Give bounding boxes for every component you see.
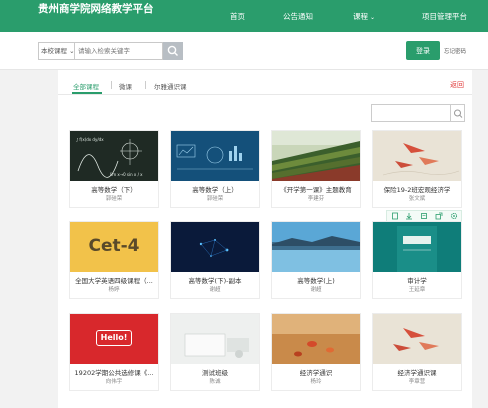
search-button[interactable]: [163, 42, 183, 60]
nav-course-label: 课程: [353, 12, 368, 21]
course-teacher: 郭硅荣: [105, 196, 123, 202]
nav-project-platform[interactable]: 项目管理平台: [422, 11, 467, 22]
site-brand[interactable]: 贵州商学院网络教学平台: [38, 3, 158, 16]
svg-text:lim x→0 sin x / x: lim x→0 sin x / x: [110, 172, 143, 177]
hello-thumbnail-text: Hello!: [96, 330, 132, 346]
course-thumbnail: [272, 131, 360, 181]
course-thumbnail: Hello!: [70, 314, 158, 364]
tab-divider-line: [58, 94, 472, 95]
course-title: 经济学通识课: [397, 369, 437, 377]
tab-divider: [145, 81, 146, 89]
course-card[interactable]: Cet-4 全国大学英语四级课程（... 杨婷: [69, 221, 159, 299]
tab-micro-course[interactable]: 微课: [119, 81, 132, 91]
cet4-thumbnail-text: Cet-4: [88, 236, 140, 256]
course-card[interactable]: 高等数学(上) 谢超: [271, 221, 361, 299]
course-card[interactable]: 高等数学（上） 郭硅荣: [170, 130, 260, 208]
course-card[interactable]: 保险19-2班宏观经济学 张文斌: [372, 130, 462, 208]
course-card[interactable]: 《开学第一课》主题教育 李建芬: [271, 130, 361, 208]
course-title: 19202学期公共选修课《...: [74, 369, 154, 377]
gear-icon[interactable]: [450, 212, 458, 220]
course-teacher: 谢超: [310, 287, 322, 293]
course-title: 测试班级: [202, 369, 228, 377]
course-title: 高等数学（上）: [192, 186, 238, 194]
tab-all-courses[interactable]: 全部课程: [73, 81, 99, 91]
download-icon[interactable]: [405, 212, 413, 220]
nav-home[interactable]: 首页: [230, 11, 245, 22]
course-title: 高等数学(下)-副本: [188, 277, 242, 285]
search-scope-select[interactable]: 本校课程 ⌄: [38, 42, 74, 60]
course-title: 保险19-2班宏观经济学: [383, 186, 451, 194]
forgot-password-link[interactable]: 忘记密码: [444, 47, 466, 55]
course-thumbnail: [373, 314, 461, 364]
course-card[interactable]: ∫ f(x)dx dy/dx lim x→0 sin x / x 高等数学（下）…: [69, 130, 159, 208]
chevron-down-icon: ⌄: [370, 14, 376, 21]
course-title: 审计学: [407, 277, 427, 285]
course-teacher: 李章营: [408, 379, 426, 385]
course-title: 经济学通识: [299, 369, 333, 377]
search-bar-row: 本校课程 ⌄ 登录 忘记密码: [0, 32, 488, 70]
svg-text:∫ f(x)dx dy/dx: ∫ f(x)dx dy/dx: [76, 137, 104, 142]
course-filter-input[interactable]: [371, 104, 451, 122]
course-thumbnail: [272, 314, 360, 364]
course-teacher: 陈诚: [209, 379, 221, 385]
course-thumbnail: [171, 131, 259, 181]
course-card[interactable]: 审计学 王延章: [372, 221, 462, 299]
document-icon[interactable]: [420, 212, 428, 220]
course-teacher: 向伟宇: [105, 379, 123, 385]
course-card[interactable]: 测试班级 陈诚: [170, 313, 260, 391]
search-scope-label: 本校课程: [41, 47, 67, 55]
tab-erya-general[interactable]: 尔雅通识课: [154, 81, 187, 91]
course-title: 高等数学（下）: [91, 186, 137, 194]
course-teacher: 王延章: [408, 287, 426, 293]
top-navbar: 贵州商学院网络教学平台 首页 公告通知 课程 ⌄ 项目管理平台: [0, 0, 488, 32]
course-teacher: 张文斌: [408, 196, 426, 202]
course-thumbnail: [171, 222, 259, 272]
copy-icon[interactable]: [391, 212, 399, 220]
course-teacher: 郭硅荣: [206, 196, 224, 202]
course-title: 全国大学英语四级课程（...: [75, 277, 153, 285]
search-input[interactable]: [74, 42, 163, 60]
share-icon[interactable]: [435, 212, 443, 220]
course-card[interactable]: 经济学通识课 李章营: [372, 313, 462, 391]
course-filter-button[interactable]: [451, 104, 465, 122]
nav-course-dropdown[interactable]: 课程 ⌄: [353, 11, 375, 22]
course-thumbnail: [272, 222, 360, 272]
course-teacher: 李建芬: [307, 196, 325, 202]
search-icon: [167, 45, 178, 56]
course-card[interactable]: 经济学通识 杨玲: [271, 313, 361, 391]
course-thumbnail: [171, 314, 259, 364]
back-link[interactable]: 返回: [450, 80, 464, 90]
course-thumbnail: [373, 222, 461, 272]
course-card[interactable]: 高等数学(下)-副本 谢超: [170, 221, 260, 299]
course-thumbnail: Cet-4: [70, 222, 158, 272]
course-title: 《开学第一课》主题教育: [280, 186, 352, 194]
course-thumbnail: ∫ f(x)dx dy/dx lim x→0 sin x / x: [70, 131, 158, 181]
course-title: 高等数学(上): [297, 277, 335, 285]
course-thumbnail: [373, 131, 461, 181]
login-button[interactable]: 登录: [406, 41, 440, 60]
course-teacher: 杨婷: [108, 287, 120, 293]
search-icon: [454, 109, 463, 118]
course-teacher: 谢超: [209, 287, 221, 293]
course-teacher: 杨玲: [310, 379, 322, 385]
tab-divider: [111, 81, 112, 89]
course-card[interactable]: Hello! 19202学期公共选修课《... 向伟宇: [69, 313, 159, 391]
nav-notice[interactable]: 公告通知: [283, 11, 313, 22]
